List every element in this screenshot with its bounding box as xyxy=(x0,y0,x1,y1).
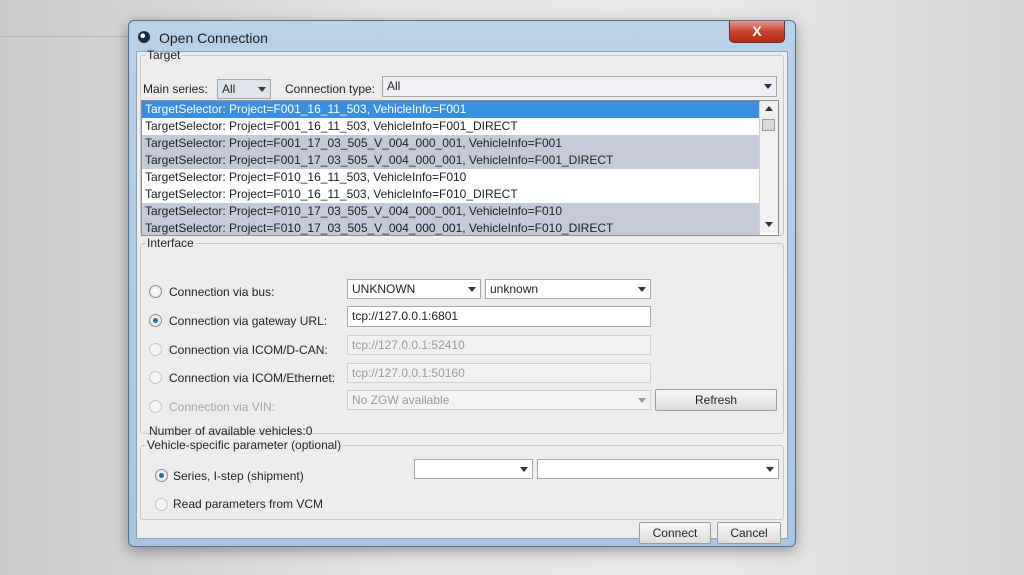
bus-channel-value: unknown xyxy=(490,282,539,296)
list-item[interactable]: TargetSelector: Project=F001_16_11_503, … xyxy=(142,118,760,135)
main-series-label: Main series: xyxy=(143,82,208,96)
background-divider xyxy=(0,36,130,37)
scroll-down-icon[interactable] xyxy=(765,222,773,227)
series-istep-radio[interactable] xyxy=(155,469,168,482)
read-vcm-label: Read parameters from VCM xyxy=(173,497,324,511)
series-istep-label: Series, I-step (shipment) xyxy=(173,469,304,483)
connection-type-value: All xyxy=(387,79,401,93)
list-item[interactable]: TargetSelector: Project=F001_17_03_505_V… xyxy=(142,135,760,152)
gateway-url-input[interactable]: tcp://127.0.0.1:6801 xyxy=(347,306,651,327)
vin-select[interactable]: No ZGW available xyxy=(347,390,651,410)
title-bar[interactable]: Open Connection X xyxy=(129,21,795,51)
list-item[interactable]: TargetSelector: Project=F010_17_03_505_V… xyxy=(142,203,760,220)
close-button[interactable]: X xyxy=(729,21,785,43)
connection-type-label: Connection type: xyxy=(285,82,376,96)
vin-radio[interactable] xyxy=(149,400,162,413)
chevron-down-icon xyxy=(766,467,774,472)
list-scrollbar[interactable] xyxy=(759,101,778,233)
list-item[interactable]: TargetSelector: Project=F001_17_03_505_V… xyxy=(142,152,760,169)
bus-select-value: UNKNOWN xyxy=(352,282,416,296)
icom-ethernet-input[interactable]: tcp://127.0.0.1:50160 xyxy=(347,363,651,383)
bus-channel-select[interactable]: unknown xyxy=(485,279,651,299)
chevron-down-icon xyxy=(520,467,528,472)
cancel-button[interactable]: Cancel xyxy=(717,522,781,544)
interface-legend: Interface xyxy=(147,236,194,250)
vin-label: Connection via VIN: xyxy=(169,400,276,414)
list-item[interactable]: TargetSelector: Project=F001_16_11_503, … xyxy=(142,101,760,118)
connection-type-select[interactable]: All xyxy=(382,76,777,97)
scroll-up-icon[interactable] xyxy=(765,106,773,111)
vehicle-param-legend: Vehicle-specific parameter (optional) xyxy=(147,438,342,452)
main-series-select[interactable]: All xyxy=(217,79,271,99)
target-legend: Target xyxy=(147,48,181,62)
bus-radio[interactable] xyxy=(149,285,162,298)
icom-dcan-label: Connection via ICOM/D-CAN: xyxy=(169,343,328,357)
scroll-thumb[interactable] xyxy=(762,119,775,131)
open-connection-dialog: Open Connection X Target Main series: Al… xyxy=(128,20,796,547)
bus-select[interactable]: UNKNOWN xyxy=(347,279,481,299)
chevron-down-icon xyxy=(638,398,646,403)
icom-ethernet-label: Connection via ICOM/Ethernet: xyxy=(169,371,336,385)
gateway-radio[interactable] xyxy=(149,314,162,327)
window-title: Open Connection xyxy=(159,30,268,46)
series-select[interactable] xyxy=(414,459,533,479)
chevron-down-icon xyxy=(258,87,266,92)
gateway-label: Connection via gateway URL: xyxy=(169,314,328,328)
dialog-client-area: Target Main series: All Connection type:… xyxy=(136,48,788,544)
available-vehicles-label: Number of available vehicles:0 xyxy=(149,424,313,438)
icom-dcan-input[interactable]: tcp://127.0.0.1:52410 xyxy=(347,335,651,355)
chevron-down-icon xyxy=(638,287,646,292)
read-vcm-radio[interactable] xyxy=(155,498,168,511)
chevron-down-icon xyxy=(468,287,476,292)
list-item[interactable]: TargetSelector: Project=F010_17_03_505_V… xyxy=(142,220,760,235)
main-series-value: All xyxy=(222,82,236,96)
list-item[interactable]: TargetSelector: Project=F010_16_11_503, … xyxy=(142,169,760,186)
refresh-button[interactable]: Refresh xyxy=(655,389,777,411)
list-item[interactable]: TargetSelector: Project=F010_16_11_503, … xyxy=(142,186,760,203)
istep-select[interactable] xyxy=(537,459,779,479)
vin-select-value: No ZGW available xyxy=(352,393,450,407)
chevron-down-icon xyxy=(764,84,772,89)
bus-label: Connection via bus: xyxy=(169,285,275,299)
connect-button[interactable]: Connect xyxy=(639,522,711,544)
icom-ethernet-radio[interactable] xyxy=(149,371,162,384)
icom-dcan-radio[interactable] xyxy=(149,343,162,356)
target-selector-list[interactable]: TargetSelector: Project=F001_16_11_503, … xyxy=(141,100,779,236)
app-icon xyxy=(138,31,150,43)
